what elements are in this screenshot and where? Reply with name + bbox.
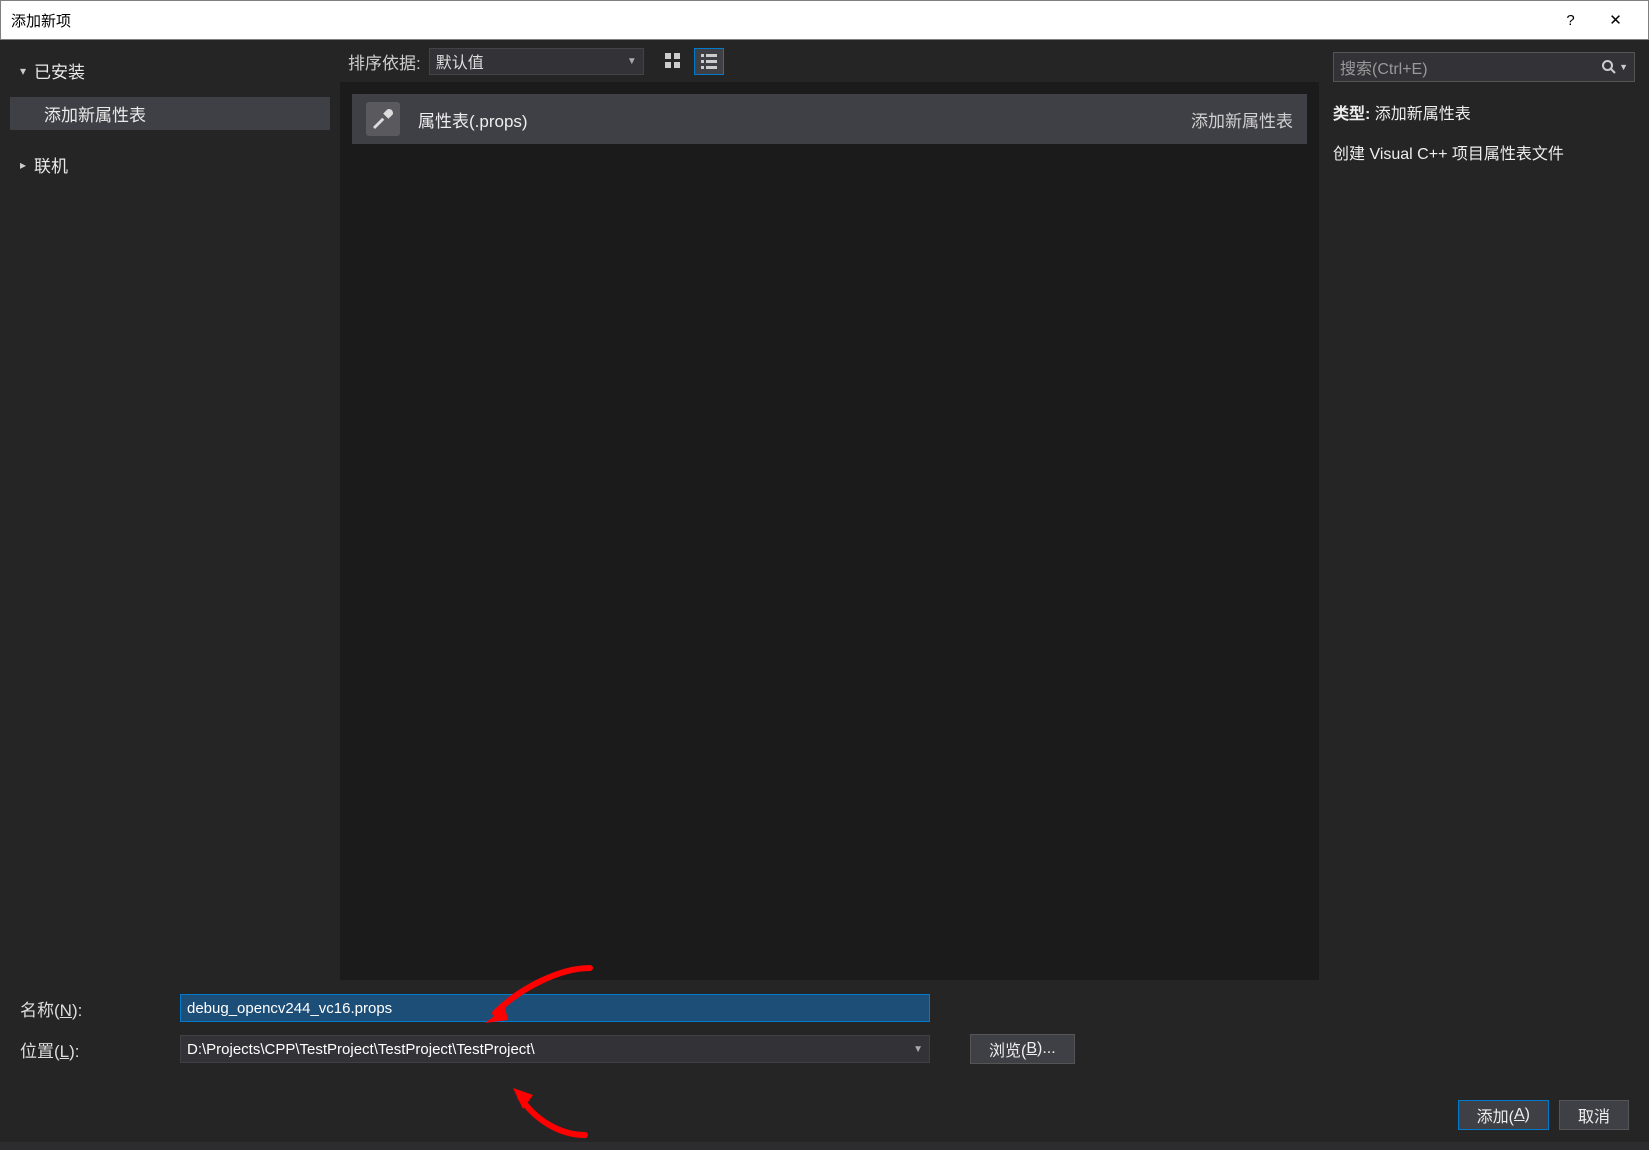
chevron-down-icon: ▼ — [913, 1044, 923, 1055]
name-input[interactable] — [180, 994, 930, 1022]
wrench-icon — [366, 102, 400, 136]
location-row: 位置(L): D:\Projects\CPP\TestProject\TestP… — [20, 1034, 1629, 1064]
bottom-form: 名称(N): 位置(L): D:\Projects\CPP\TestProjec… — [0, 980, 1649, 1142]
list-item-category: 添加新属性表 — [1191, 107, 1293, 132]
caret-right-icon: ▸ — [16, 158, 30, 172]
title-bar: 添加新项 ? ✕ — [0, 0, 1649, 40]
center-toolbar: 排序依据: 默认值 ▼ — [340, 40, 1319, 82]
details-panel: 搜索(Ctrl+E) ▼ 类型: 添加新属性表 创建 Visual C++ 项目… — [1319, 40, 1649, 980]
tree-add-property-sheet-label: 添加新属性表 — [44, 101, 146, 126]
window-title: 添加新项 — [11, 10, 1548, 31]
tree-installed-label: 已安装 — [34, 58, 85, 83]
category-tree: ▾ 已安装 添加新属性表 ▸ 联机 — [0, 40, 340, 980]
caret-down-icon: ▾ — [16, 64, 30, 78]
close-button[interactable]: ✕ — [1593, 0, 1638, 40]
name-label: 名称(N): — [20, 996, 170, 1021]
list-item-name: 属性表(.props) — [418, 107, 1191, 132]
add-button[interactable]: 添加(A) — [1458, 1100, 1549, 1130]
template-center: 排序依据: 默认值 ▼ 属性表(.props) 添加新属性表 — [340, 40, 1319, 980]
view-grid-button[interactable] — [658, 48, 688, 75]
location-label: 位置(L): — [20, 1037, 170, 1062]
search-placeholder: 搜索(Ctrl+E) — [1340, 55, 1428, 79]
detail-type-row: 类型: 添加新属性表 — [1333, 100, 1635, 124]
dialog-buttons: 添加(A) 取消 — [1458, 1100, 1629, 1130]
tree-add-property-sheet[interactable]: 添加新属性表 — [10, 97, 330, 130]
location-value: D:\Projects\CPP\TestProject\TestProject\… — [187, 1041, 535, 1058]
search-input[interactable]: 搜索(Ctrl+E) ▼ — [1333, 52, 1635, 82]
list-item[interactable]: 属性表(.props) 添加新属性表 — [352, 94, 1307, 144]
detail-type-label: 类型: — [1333, 106, 1370, 123]
chevron-down-icon: ▼ — [627, 56, 637, 67]
browse-button[interactable]: 浏览(B)... — [970, 1034, 1075, 1064]
sort-dropdown-value: 默认值 — [436, 49, 484, 73]
detail-type-value: 添加新属性表 — [1375, 106, 1471, 123]
view-list-button[interactable] — [694, 48, 724, 75]
search-icon[interactable]: ▼ — [1601, 59, 1628, 75]
tree-installed[interactable]: ▾ 已安装 — [10, 54, 330, 87]
main-area: ▾ 已安装 添加新属性表 ▸ 联机 排序依据: 默认值 ▼ — [0, 40, 1649, 980]
cancel-button[interactable]: 取消 — [1559, 1100, 1629, 1130]
tree-online-label: 联机 — [34, 152, 68, 177]
location-dropdown[interactable]: D:\Projects\CPP\TestProject\TestProject\… — [180, 1035, 930, 1063]
help-button[interactable]: ? — [1548, 0, 1593, 40]
sort-dropdown[interactable]: 默认值 ▼ — [429, 48, 644, 75]
sort-label: 排序依据: — [348, 49, 421, 74]
detail-description: 创建 Visual C++ 项目属性表文件 — [1333, 140, 1635, 164]
name-row: 名称(N): — [20, 994, 1629, 1022]
template-list: 属性表(.props) 添加新属性表 — [340, 82, 1319, 980]
tree-online[interactable]: ▸ 联机 — [10, 148, 330, 181]
